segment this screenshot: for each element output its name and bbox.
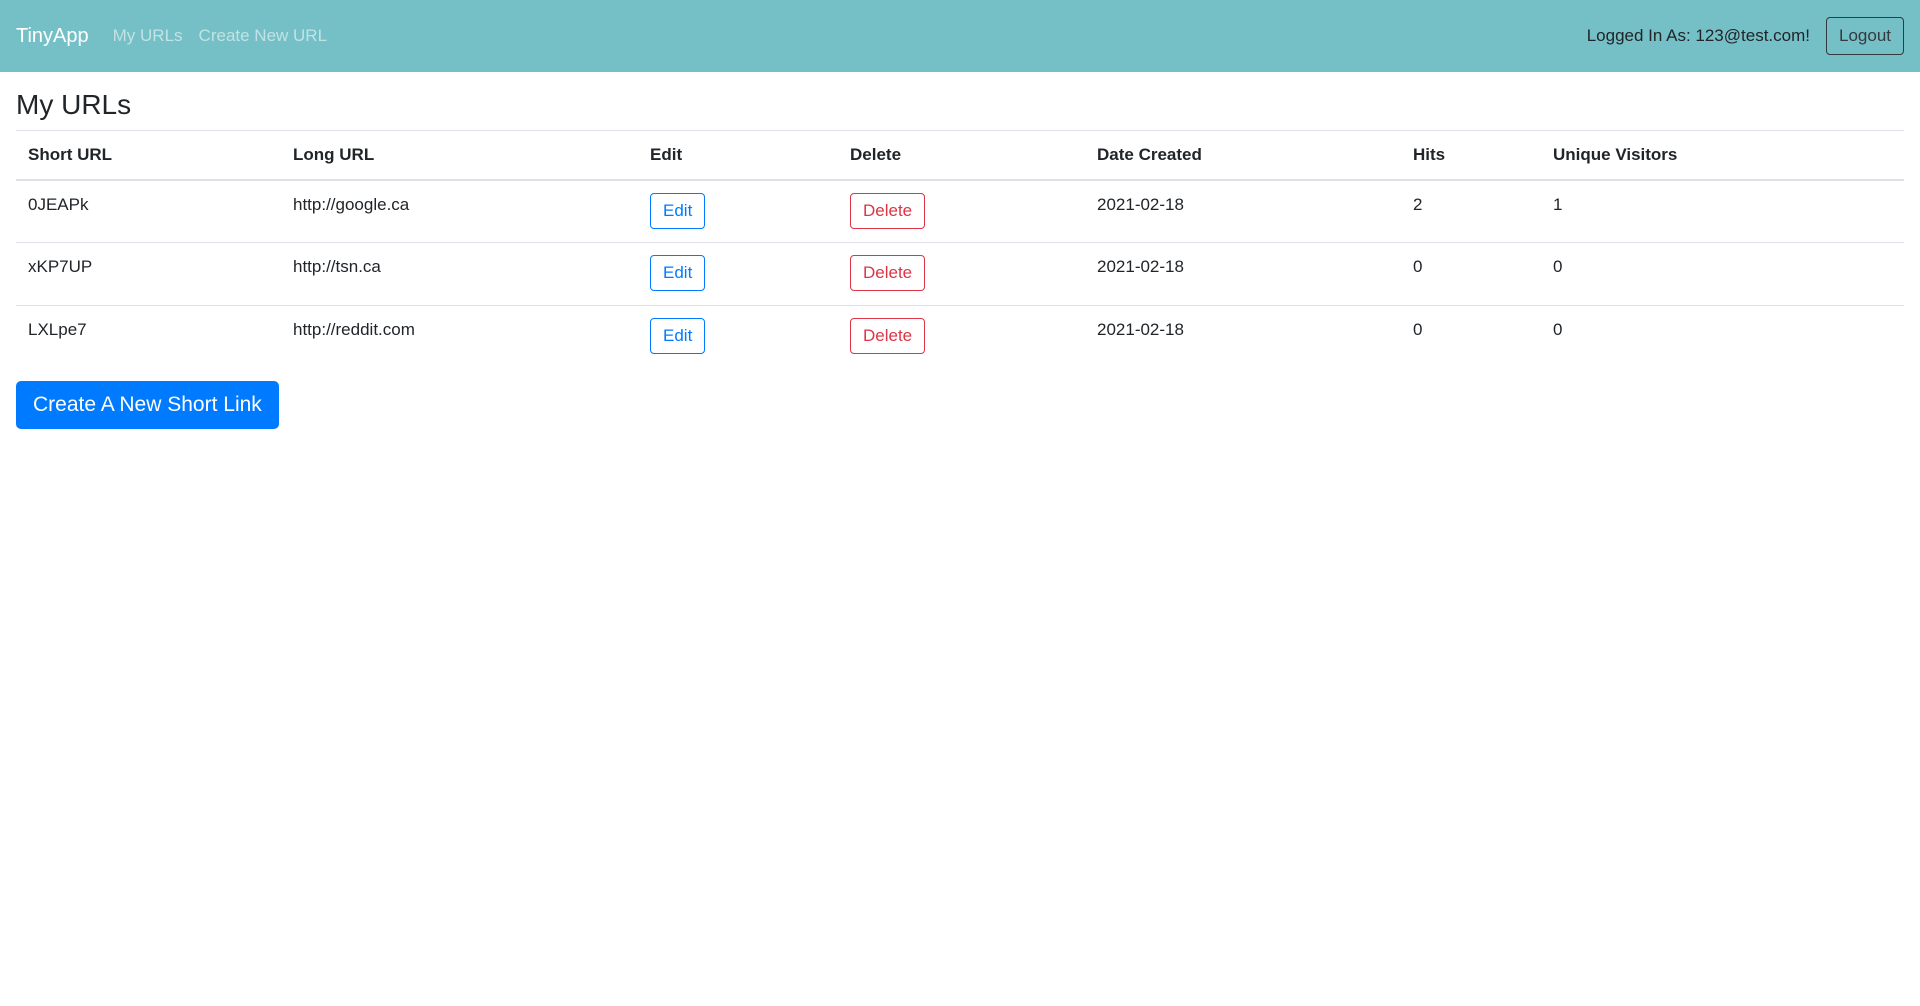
unique-visitors-cell: 1 xyxy=(1553,194,1563,214)
urls-table: Short URL Long URL Edit Delete Date Crea… xyxy=(16,129,1904,369)
logged-in-status: Logged In As: 123@test.com! xyxy=(1586,26,1810,45)
header-unique-visitors: Unique Visitors xyxy=(1541,129,1904,181)
long-url-cell: http://tsn.ca xyxy=(281,242,638,306)
delete-button[interactable]: Delete xyxy=(850,255,926,292)
nav-link-create-new-url[interactable]: Create New URL xyxy=(199,26,328,46)
brand-link[interactable]: TinyApp xyxy=(16,25,89,48)
header-long-url: Long URL xyxy=(281,129,638,181)
long-url-cell: http://reddit.com xyxy=(281,305,638,369)
navbar: TinyApp My URLs Create New URL Logged In… xyxy=(0,0,1920,72)
header-short-url: Short URL xyxy=(16,129,281,181)
delete-button[interactable]: Delete xyxy=(850,192,926,229)
date-created-cell: 2021-02-18 xyxy=(1085,242,1401,306)
edit-cell: Edit xyxy=(638,305,838,369)
main-content: My URLs Short URL Long URL Edit Delete D… xyxy=(0,88,1920,429)
long-url-cell: http://google.ca xyxy=(293,194,410,214)
edit-cell: Edit xyxy=(638,242,838,306)
hits-cell: 0 xyxy=(1401,242,1541,306)
delete-cell: Delete xyxy=(838,305,1085,369)
header-date-created: Date Created xyxy=(1085,129,1401,181)
delete-button[interactable]: Delete xyxy=(850,318,926,355)
edit-cell: Edit xyxy=(638,180,838,243)
delete-cell: Delete xyxy=(838,242,1085,306)
unique-visitors-cell: 0 xyxy=(1541,305,1904,369)
short-url-cell: xKP7UP xyxy=(16,242,281,306)
table-row: LXLpe7 http://reddit.com Edit Delete 202… xyxy=(16,305,1904,369)
logout-button[interactable]: Logout xyxy=(1826,17,1904,55)
header-edit: Edit xyxy=(638,129,838,181)
edit-button[interactable]: Edit xyxy=(650,192,706,229)
hits-cell: 2 xyxy=(1413,194,1423,214)
table-row: 0JEAPk http://google.ca Edit Delete 2021… xyxy=(16,180,1904,243)
unique-visitors-cell: 0 xyxy=(1541,242,1904,306)
edit-button[interactable]: Edit xyxy=(650,255,706,292)
page-title: My URLs xyxy=(16,89,132,120)
create-new-short-link-button[interactable]: Create A New Short Link xyxy=(16,380,279,429)
date-created-cell: 2021-02-18 xyxy=(1097,194,1184,214)
table-header-row: Short URL Long URL Edit Delete Date Crea… xyxy=(16,129,1904,181)
short-url-cell: 0JEAPk xyxy=(28,194,89,214)
table-row: xKP7UP http://tsn.ca Edit Delete 2021-02… xyxy=(16,242,1904,306)
navbar-user-area: Logged In As: 123@test.com! Logout xyxy=(1587,17,1904,55)
short-url-cell: LXLpe7 xyxy=(16,305,281,369)
delete-cell: Delete xyxy=(838,180,1085,243)
edit-button[interactable]: Edit xyxy=(650,318,706,355)
header-delete: Delete xyxy=(838,129,1085,181)
date-created-cell: 2021-02-18 xyxy=(1085,305,1401,369)
header-hits: Hits xyxy=(1401,129,1541,181)
hits-cell: 0 xyxy=(1401,305,1541,369)
nav-link-my-urls[interactable]: My URLs xyxy=(113,26,183,46)
